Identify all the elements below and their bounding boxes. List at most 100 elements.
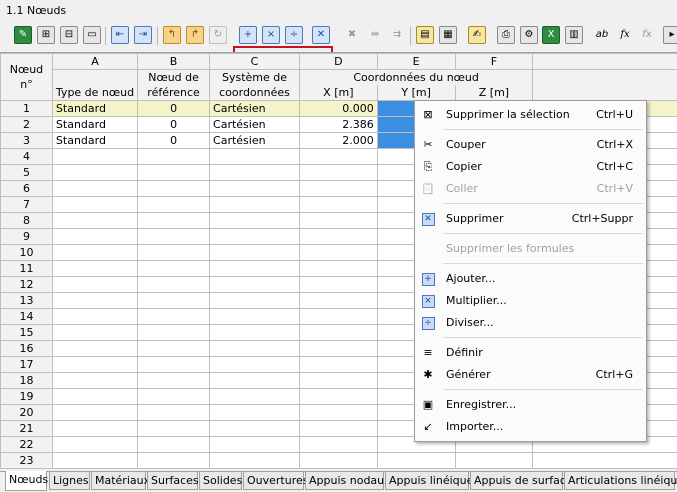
menu-item[interactable]: ↙Importer... <box>415 417 646 437</box>
insert-column-icon[interactable]: ⊟ <box>60 26 78 44</box>
reference-node-cell[interactable] <box>138 453 210 469</box>
coordinate-system-cell[interactable]: Cartésien <box>210 133 300 149</box>
row-number-cell[interactable]: 12 <box>1 277 53 293</box>
delete-row-grey-icon[interactable]: ✖ <box>343 26 361 44</box>
table-colors-icon[interactable]: ▤ <box>416 26 434 44</box>
previous-icon[interactable]: ⇤ <box>111 26 129 44</box>
divide-icon[interactable]: ÷ <box>285 26 303 44</box>
x-coordinate-cell[interactable] <box>299 213 377 229</box>
row-number-cell[interactable]: 3 <box>1 133 53 149</box>
coordinate-system-cell[interactable] <box>210 181 300 197</box>
calculator-icon[interactable]: ▥ <box>565 26 583 44</box>
sheet-tab[interactable]: Ouvertures <box>243 472 304 490</box>
coordinate-system-cell[interactable] <box>210 261 300 277</box>
node-type-cell[interactable] <box>52 437 137 453</box>
node-type-cell[interactable] <box>52 261 137 277</box>
column-x-header[interactable]: X [m] <box>299 85 377 101</box>
row-number-cell[interactable]: 6 <box>1 181 53 197</box>
node-type-cell[interactable] <box>52 389 137 405</box>
column-letter-a[interactable]: A <box>52 54 137 70</box>
settings-icon[interactable]: ⚙ <box>520 26 538 44</box>
sheet-tab[interactable]: Appuis de surface <box>470 472 563 490</box>
empty-cell[interactable] <box>533 453 677 469</box>
coordinate-system-cell[interactable] <box>210 229 300 245</box>
x-coordinate-cell[interactable] <box>299 325 377 341</box>
coordinate-system-cell[interactable] <box>210 149 300 165</box>
reference-node-cell[interactable] <box>138 293 210 309</box>
grid-settings-icon[interactable]: ▦ <box>439 26 457 44</box>
coordinate-system-cell[interactable] <box>210 373 300 389</box>
reference-node-cell[interactable] <box>138 373 210 389</box>
row-number-cell[interactable]: 15 <box>1 325 53 341</box>
coordinate-system-cell[interactable] <box>210 325 300 341</box>
extra-icon[interactable]: ▸ <box>663 26 677 44</box>
delete-row-icon[interactable]: ▭ <box>83 26 101 44</box>
node-type-cell[interactable] <box>52 181 137 197</box>
print-icon[interactable]: ⎙ <box>497 26 515 44</box>
row-number-cell[interactable]: 5 <box>1 165 53 181</box>
x-coordinate-cell[interactable] <box>299 229 377 245</box>
x-coordinate-cell[interactable] <box>299 389 377 405</box>
reference-node-cell[interactable]: 0 <box>138 101 210 117</box>
x-coordinate-cell[interactable] <box>299 453 377 469</box>
coordinate-system-cell[interactable] <box>210 277 300 293</box>
x-coordinate-cell[interactable] <box>299 421 377 437</box>
node-type-cell[interactable] <box>52 421 137 437</box>
x-coordinate-cell[interactable] <box>299 357 377 373</box>
function-icon[interactable]: fx <box>616 26 634 44</box>
menu-item[interactable]: ▣Enregistrer... <box>415 395 646 415</box>
x-coordinate-cell[interactable] <box>299 165 377 181</box>
reference-node-cell[interactable] <box>138 325 210 341</box>
menu-item[interactable]: +Ajouter... <box>415 269 646 289</box>
node-type-cell[interactable] <box>52 341 137 357</box>
row-number-cell[interactable]: 1 <box>1 101 53 117</box>
node-type-cell[interactable] <box>52 357 137 373</box>
reference-node-cell[interactable] <box>138 165 210 181</box>
reference-node-cell[interactable] <box>138 341 210 357</box>
insert-grey-icon[interactable]: ⇹ <box>366 26 384 44</box>
reference-node-cell[interactable] <box>138 357 210 373</box>
coordinate-system-cell[interactable] <box>210 213 300 229</box>
select-icon[interactable]: ↱ <box>186 26 204 44</box>
sheet-tab[interactable]: Nœuds <box>5 471 47 491</box>
reference-node-cell[interactable]: 0 <box>138 117 210 133</box>
row-number-cell[interactable]: 7 <box>1 197 53 213</box>
row-number-cell[interactable]: 9 <box>1 229 53 245</box>
menu-item[interactable]: ÷Diviser... <box>415 313 646 333</box>
x-coordinate-cell[interactable] <box>299 181 377 197</box>
add-icon[interactable]: + <box>239 26 257 44</box>
coordinate-system-cell[interactable] <box>210 437 300 453</box>
y-coordinate-cell[interactable] <box>377 453 455 469</box>
x-coordinate-cell[interactable] <box>299 277 377 293</box>
x-coordinate-cell[interactable] <box>299 149 377 165</box>
insert-row-icon[interactable]: ⊞ <box>37 26 55 44</box>
row-number-cell[interactable]: 11 <box>1 261 53 277</box>
x-coordinate-cell[interactable] <box>299 437 377 453</box>
sheet-tab[interactable]: Articulations linéiques <box>564 472 675 490</box>
node-type-cell[interactable] <box>52 165 137 181</box>
node-type-cell[interactable]: Standard <box>52 117 137 133</box>
row-number-cell[interactable]: 4 <box>1 149 53 165</box>
coordinate-system-cell[interactable] <box>210 357 300 373</box>
coordinate-system-cell[interactable] <box>210 453 300 469</box>
node-type-cell[interactable] <box>52 309 137 325</box>
reference-node-cell[interactable] <box>138 213 210 229</box>
coordinate-system-cell[interactable] <box>210 341 300 357</box>
node-type-cell[interactable] <box>52 325 137 341</box>
coordinate-system-cell[interactable] <box>210 245 300 261</box>
reference-node-cell[interactable] <box>138 309 210 325</box>
row-number-cell[interactable]: 10 <box>1 245 53 261</box>
row-number-cell[interactable]: 21 <box>1 421 53 437</box>
row-number-cell[interactable]: 16 <box>1 341 53 357</box>
menu-item[interactable]: ≡Définir <box>415 343 646 363</box>
coordinate-system-cell[interactable] <box>210 389 300 405</box>
coordinate-system-cell[interactable]: Cartésien <box>210 101 300 117</box>
move-grey-icon[interactable]: ⇉ <box>388 26 406 44</box>
column-z-header[interactable]: Z [m] <box>455 85 533 101</box>
reference-node-cell[interactable] <box>138 405 210 421</box>
node-type-cell[interactable] <box>52 149 137 165</box>
x-coordinate-cell[interactable] <box>299 309 377 325</box>
x-coordinate-cell[interactable] <box>299 405 377 421</box>
reference-node-cell[interactable] <box>138 197 210 213</box>
x-coordinate-cell[interactable]: 0.000 <box>299 101 377 117</box>
